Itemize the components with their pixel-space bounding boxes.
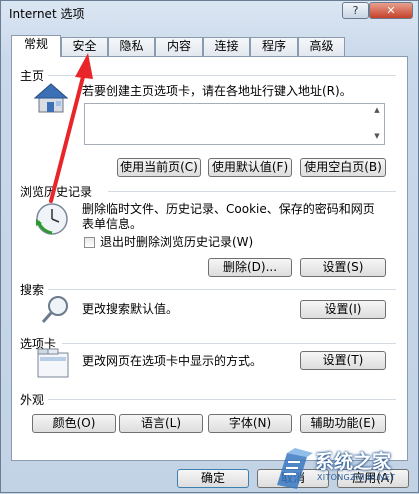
history-settings-button[interactable]: 设置(S): [300, 258, 386, 277]
history-clock-icon: [34, 201, 70, 237]
house-icon: [32, 81, 70, 115]
delete-history-button[interactable]: 删除(D)...: [208, 258, 292, 277]
appearance-divider: [48, 399, 396, 400]
tabbed-window-icon: [36, 347, 70, 379]
general-tab-panel: 主页 若要创建主页选项卡，请在各地址行键入地址(R)。 ▲ ▼ 使用当前页(C)…: [11, 56, 408, 461]
internet-options-dialog: Internet 选项 ? ✕ 常规 安全 隐私 内容 连接 程序 高级 主页 …: [0, 0, 419, 493]
fonts-button[interactable]: 字体(N): [208, 414, 292, 433]
home-address-field[interactable]: ▲ ▼: [84, 103, 385, 145]
tab-privacy[interactable]: 隐私: [108, 37, 155, 56]
use-current-button[interactable]: 使用当前页(C): [117, 158, 201, 177]
use-default-button[interactable]: 使用默认值(F): [208, 158, 292, 177]
history-heading: 浏览历史记录: [20, 185, 93, 199]
close-button[interactable]: ✕: [369, 2, 413, 19]
tab-general[interactable]: 常规: [11, 35, 61, 57]
help-button[interactable]: ?: [342, 2, 369, 19]
watermark-url: XITONGZHIJIA.NET: [317, 473, 396, 482]
delete-on-exit-label: 退出时删除浏览历史记录(W): [100, 235, 254, 249]
tab-security[interactable]: 安全: [61, 37, 108, 56]
appearance-heading: 外观: [20, 393, 45, 407]
magnifier-icon: [40, 294, 72, 326]
tab-advanced[interactable]: 高级: [298, 37, 345, 56]
languages-button[interactable]: 语言(L): [119, 414, 203, 433]
history-description: 删除临时文件、历史记录、Cookie、保存的密码和网页表单信息。: [82, 202, 375, 231]
scroll-down-icon[interactable]: ▼: [370, 132, 384, 142]
tabs-settings-button[interactable]: 设置(T): [300, 351, 386, 370]
home-description: 若要创建主页选项卡，请在各地址行键入地址(R)。: [82, 84, 352, 98]
watermark-brand: 系统之家: [315, 451, 392, 473]
ok-button[interactable]: 确定: [177, 469, 249, 488]
search-settings-button[interactable]: 设置(I): [300, 300, 386, 319]
watermark-logo: 系统之家 XITONGZHIJIA.NET: [273, 445, 419, 493]
tab-connections[interactable]: 连接: [203, 37, 250, 56]
home-divider: [48, 75, 396, 76]
delete-on-exit-checkbox[interactable]: [84, 237, 95, 248]
tabs-divider: [62, 343, 396, 344]
search-divider: [48, 289, 396, 290]
use-blank-button[interactable]: 使用空白页(B): [300, 158, 386, 177]
title-bar: Internet 选项 ? ✕: [1, 1, 418, 27]
colors-button[interactable]: 颜色(O): [32, 414, 116, 433]
history-divider: [108, 191, 396, 192]
accessibility-button[interactable]: 辅助功能(E): [300, 414, 386, 433]
tabs-description: 更改网页在选项卡中显示的方式。: [82, 354, 263, 368]
tab-content[interactable]: 内容: [155, 37, 203, 56]
window-title: Internet 选项: [9, 7, 85, 21]
tab-programs[interactable]: 程序: [250, 37, 298, 56]
scroll-up-icon[interactable]: ▲: [370, 106, 384, 116]
search-description: 更改搜索默认值。: [82, 302, 179, 316]
